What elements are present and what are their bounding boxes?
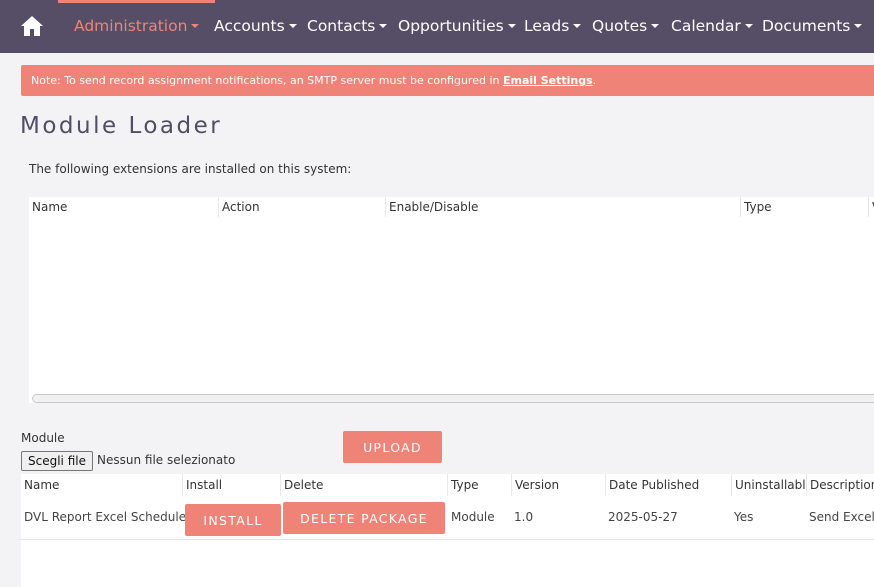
choose-file-button[interactable]: Scegli file — [21, 451, 93, 471]
caret-down-icon — [191, 24, 200, 28]
nav-item-opportunities[interactable]: Opportunities — [398, 0, 516, 53]
column-header-description: Description — [806, 474, 874, 496]
notice-suffix: . — [592, 74, 597, 87]
caret-down-icon — [651, 24, 660, 28]
nav-item-label: Calendar — [671, 17, 741, 35]
package-version: 1.0 — [514, 510, 534, 524]
nav-item-accounts[interactable]: Accounts — [214, 0, 297, 53]
install-button[interactable]: INSTALL — [185, 504, 281, 536]
smtp-notice: Note: To send record assignment notifica… — [21, 65, 874, 96]
top-navigation-bar: Administration Accounts Contacts Opportu… — [0, 0, 874, 53]
nav-item-label: Documents — [762, 17, 851, 35]
delete-package-button[interactable]: DELETE PACKAGE — [283, 502, 445, 534]
home-icon[interactable] — [20, 15, 44, 37]
column-header-delete: Delete — [280, 474, 447, 496]
column-header-name: Name — [24, 478, 60, 492]
column-header-date-published: Date Published — [605, 474, 731, 496]
caret-down-icon — [507, 24, 516, 28]
nav-item-label: Leads — [524, 17, 570, 35]
column-header-action: Action — [218, 197, 385, 217]
upload-button[interactable]: UPLOAD — [343, 431, 442, 463]
notice-text: Note: To send record assignment notifica… — [31, 74, 503, 87]
package-type: Module — [451, 510, 495, 524]
caret-down-icon — [744, 24, 753, 28]
module-upload-form: Module Scegli file Nessun file seleziona… — [21, 428, 874, 474]
packages-table: Name Install Delete Type Version Date Pu… — [21, 474, 874, 587]
main-content: Note: To send record assignment notifica… — [0, 53, 874, 587]
caret-down-icon — [379, 24, 388, 28]
column-header-name: Name — [32, 200, 68, 214]
nav-item-administration[interactable]: Administration — [57, 0, 216, 53]
nav-item-label: Administration — [74, 17, 188, 35]
scrollbar-track[interactable] — [32, 394, 874, 403]
extensions-intro: The following extensions are installed o… — [29, 162, 352, 176]
column-header-uninstallable: Uninstallable — [731, 474, 806, 496]
table-header: Name Install Delete Type Version Date Pu… — [21, 474, 874, 496]
nav-item-contacts[interactable]: Contacts — [307, 0, 388, 53]
nav-item-calendar[interactable]: Calendar — [671, 0, 753, 53]
package-description: Send Excel — [809, 510, 874, 524]
nav-item-documents[interactable]: Documents — [762, 0, 863, 53]
no-file-selected-text: Nessun file selezionato — [97, 453, 236, 467]
module-label: Module — [21, 431, 65, 445]
caret-down-icon — [573, 24, 582, 28]
nav-item-label: Quotes — [592, 17, 648, 35]
email-settings-link[interactable]: Email Settings — [503, 74, 593, 87]
nav-item-label: Accounts — [214, 17, 285, 35]
package-name: DVL Report Excel Scheduler — [24, 510, 185, 524]
nav-item-quotes[interactable]: Quotes — [592, 0, 660, 53]
column-header-version: Version — [511, 474, 605, 496]
horizontal-scrollbar[interactable] — [29, 392, 874, 403]
package-date-published: 2025-05-27 — [608, 510, 678, 524]
nav-item-label: Opportunities — [398, 17, 504, 35]
column-header-enable-disable: Enable/Disable — [385, 197, 740, 217]
nav-item-label: Contacts — [307, 17, 376, 35]
package-uninstallable: Yes — [734, 510, 754, 524]
table-row: DVL Report Excel Scheduler INSTALL DELET… — [21, 496, 874, 540]
caret-down-icon — [288, 24, 297, 28]
column-header-type: Type — [740, 197, 868, 217]
page-title: Module Loader — [20, 113, 223, 139]
caret-down-icon — [854, 24, 863, 28]
table-header: Name Action Enable/Disable Type V — [29, 197, 874, 217]
column-header-version: V — [868, 197, 874, 217]
nav-item-leads[interactable]: Leads — [524, 0, 582, 53]
installed-extensions-table: Name Action Enable/Disable Type V — [29, 197, 874, 403]
column-header-type: Type — [447, 474, 511, 496]
column-header-install: Install — [182, 474, 280, 496]
